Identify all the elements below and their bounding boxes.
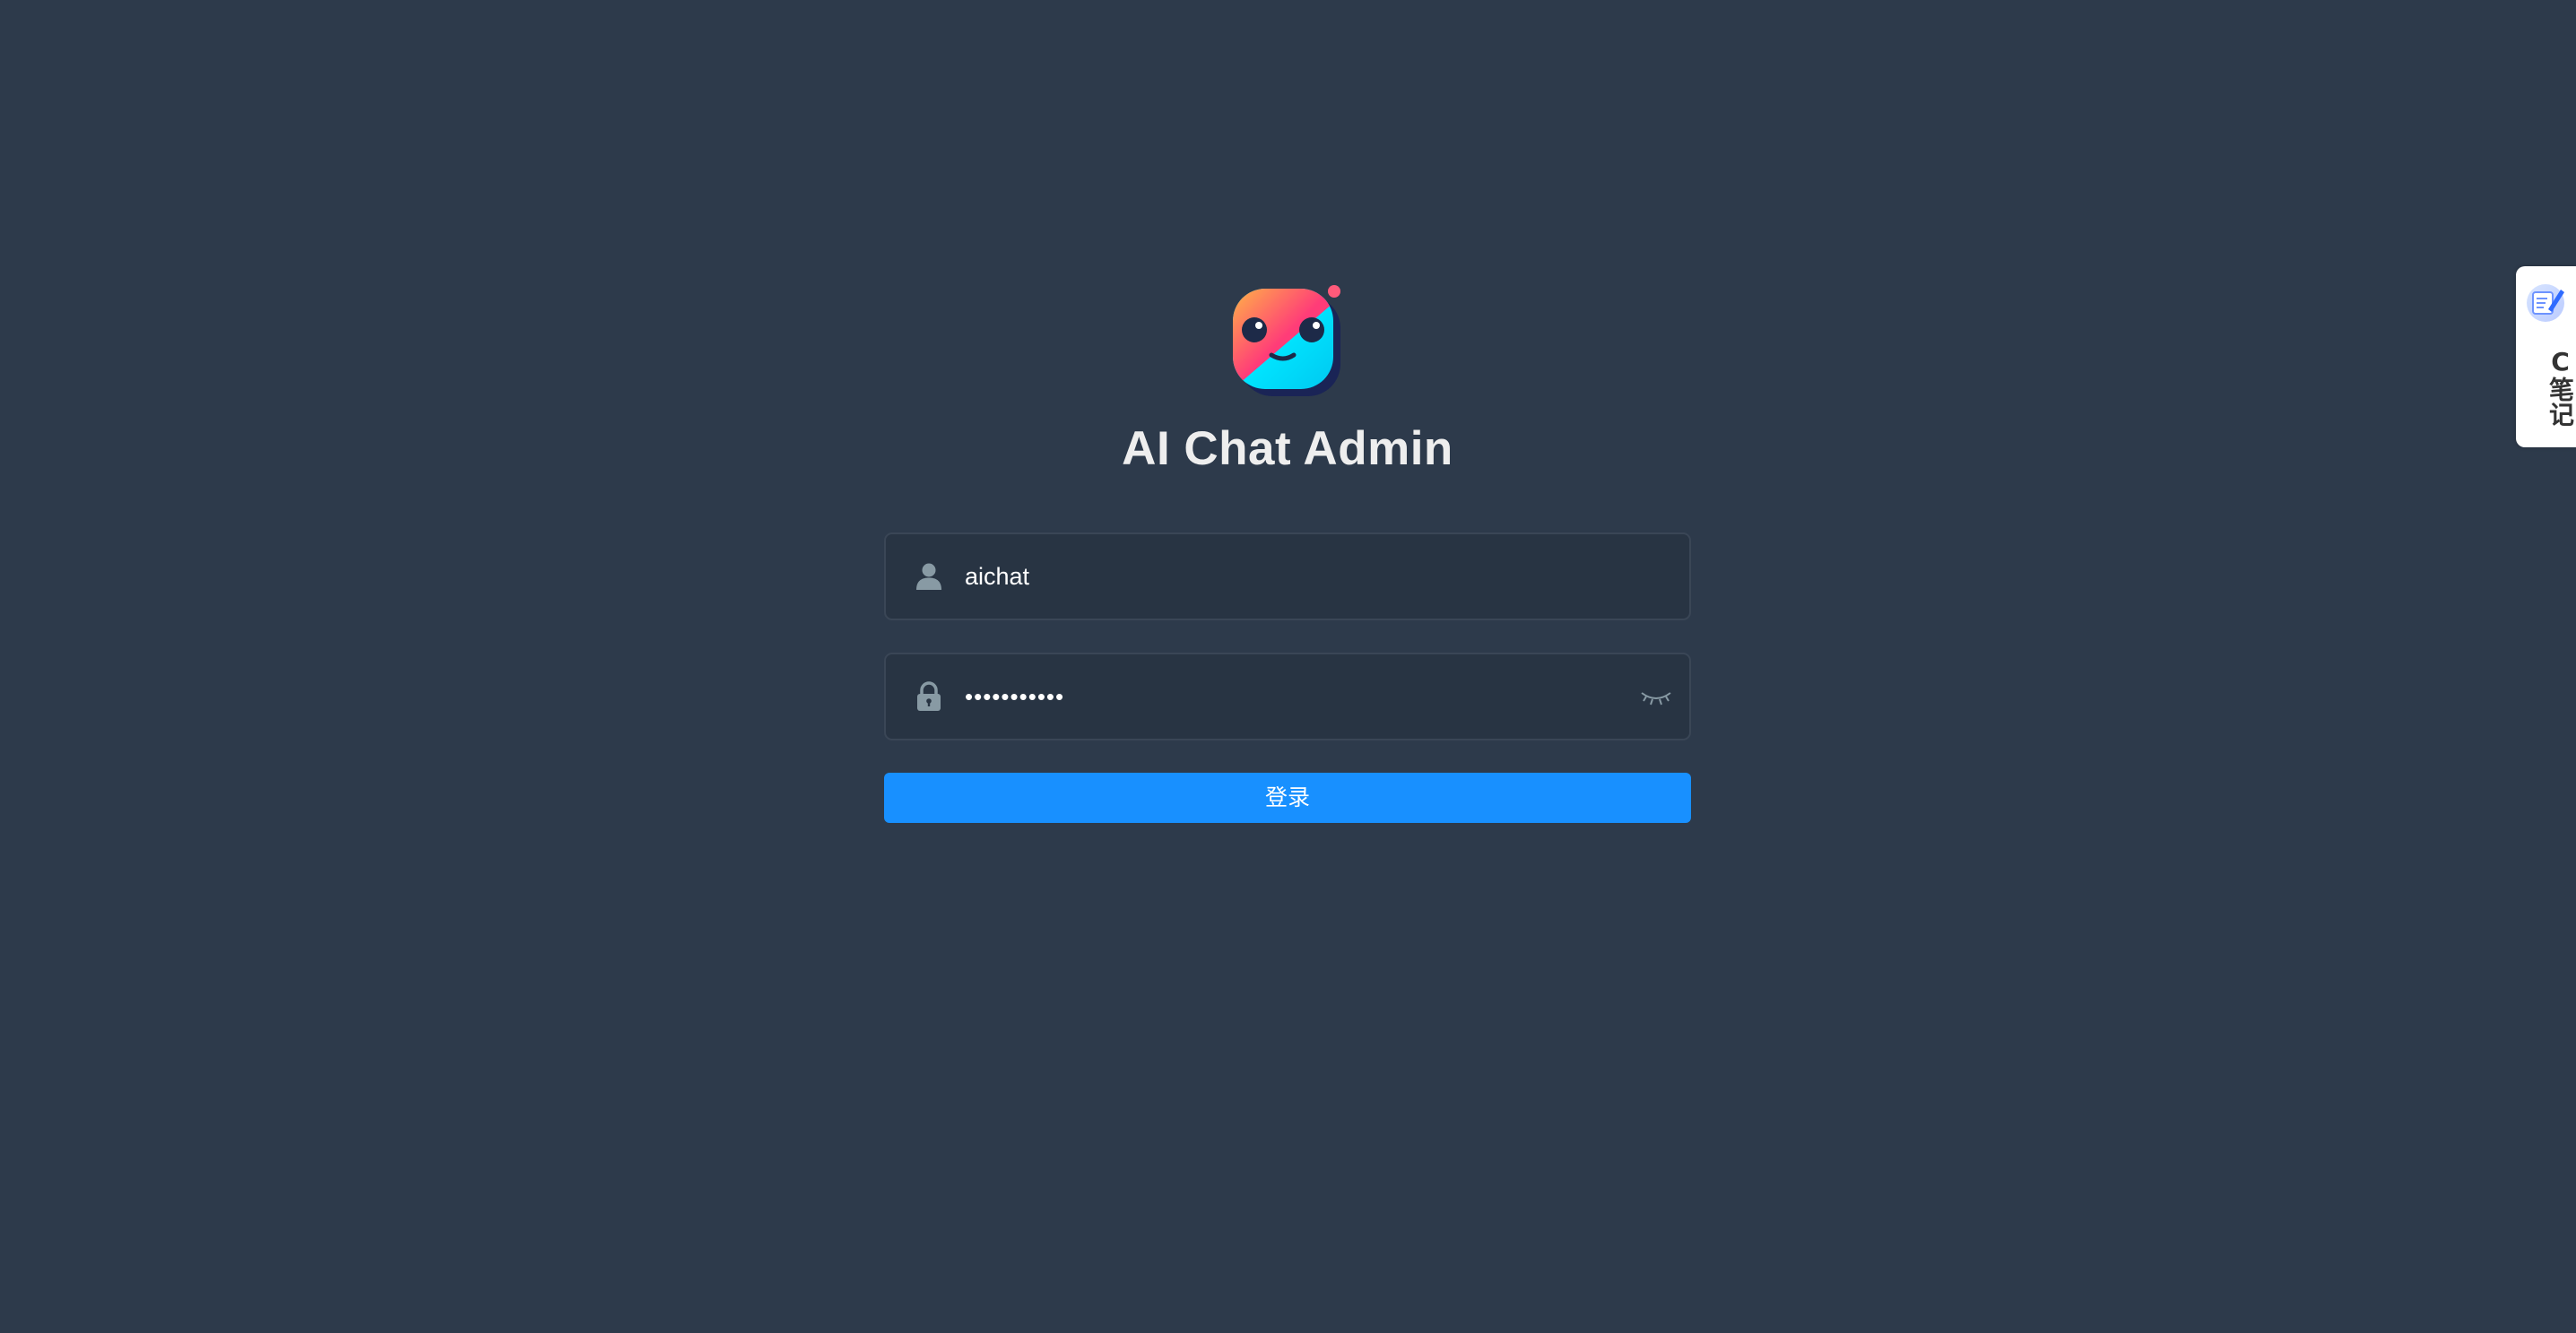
password-field[interactable]	[884, 653, 1691, 740]
notes-side-widget[interactable]: C笔记	[2516, 266, 2576, 447]
username-field[interactable]	[884, 532, 1691, 620]
login-page: { "app": { "title": "AI Chat Admin" }, "…	[0, 0, 2576, 1333]
page-title: AI Chat Admin	[1122, 422, 1453, 475]
lock-icon	[913, 680, 945, 713]
robot-face-icon	[1233, 285, 1340, 396]
notebook-pen-icon	[2525, 282, 2566, 324]
app-logo	[1229, 285, 1346, 402]
user-icon	[913, 560, 945, 593]
side-widget-label: C笔记	[2546, 347, 2575, 427]
password-input[interactable]	[965, 654, 1592, 739]
eye-closed-icon[interactable]	[1639, 680, 1673, 713]
login-button[interactable]: 登录	[884, 773, 1691, 823]
username-input[interactable]	[965, 534, 1592, 619]
